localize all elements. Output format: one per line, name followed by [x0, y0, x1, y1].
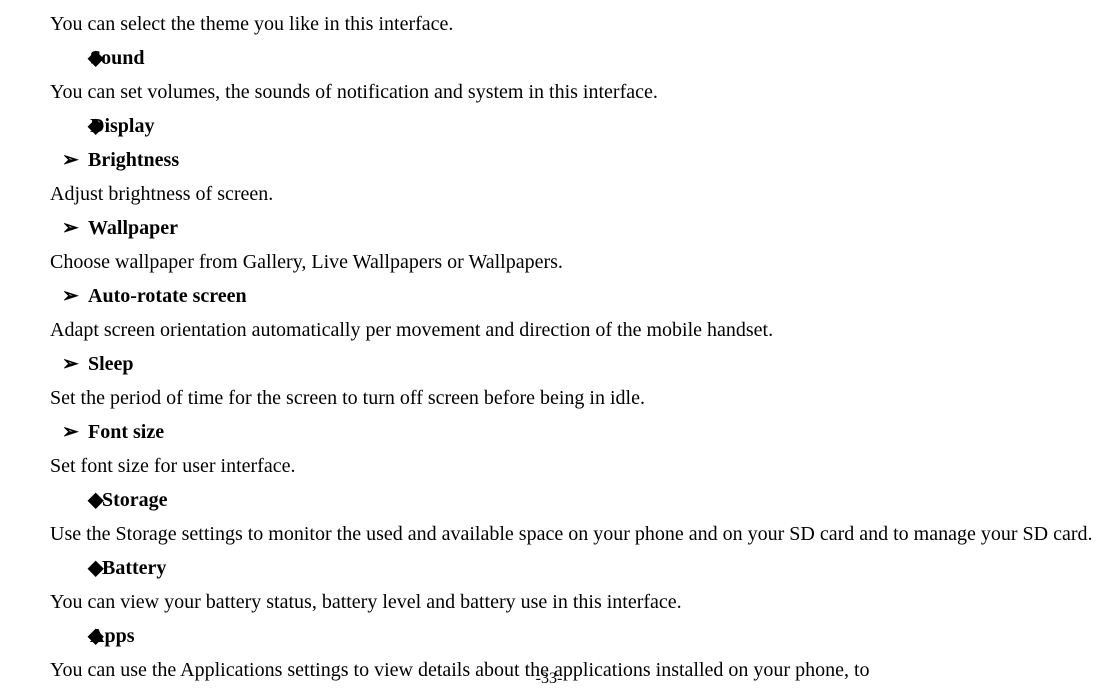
fontsize-heading: ➢ Font size	[50, 416, 1096, 448]
sound-label: Sound	[90, 42, 145, 74]
fontsize-label: Font size	[88, 416, 164, 448]
sleep-heading: ➢ Sleep	[50, 348, 1096, 380]
diamond-icon: ◆	[50, 42, 90, 74]
sound-description: You can set volumes, the sounds of notif…	[50, 76, 1096, 108]
battery-description: You can view your battery status, batter…	[50, 586, 1096, 618]
arrow-icon: ➢	[50, 348, 88, 380]
autorotate-heading: ➢ Auto-rotate screen	[50, 280, 1096, 312]
storage-label: Storage	[90, 484, 168, 516]
display-heading: ◆ Display	[50, 110, 1096, 142]
brightness-description: Adjust brightness of screen.	[50, 178, 1096, 210]
battery-heading: ◆ Battery	[50, 552, 1096, 584]
brightness-heading: ➢ Brightness	[50, 144, 1096, 176]
arrow-icon: ➢	[50, 212, 88, 244]
page-number: -33-	[0, 666, 1098, 692]
wallpaper-label: Wallpaper	[88, 212, 178, 244]
arrow-icon: ➢	[50, 144, 88, 176]
diamond-icon: ◆	[50, 620, 90, 652]
sound-heading: ◆ Sound	[50, 42, 1096, 74]
arrow-icon: ➢	[50, 280, 88, 312]
autorotate-description: Adapt screen orientation automatically p…	[50, 314, 1096, 346]
diamond-icon: ◆	[50, 552, 90, 584]
battery-label: Battery	[90, 552, 166, 584]
document-content: You can select the theme you like in thi…	[0, 8, 1098, 686]
display-label: Display	[90, 110, 154, 142]
sleep-label: Sleep	[88, 348, 134, 380]
fontsize-description: Set font size for user interface.	[50, 450, 1096, 482]
wallpaper-description: Choose wallpaper from Gallery, Live Wall…	[50, 246, 1096, 278]
apps-label: Apps	[90, 620, 134, 652]
apps-heading: ◆ Apps	[50, 620, 1096, 652]
autorotate-label: Auto-rotate screen	[88, 280, 247, 312]
theme-description: You can select the theme you like in thi…	[50, 8, 1096, 40]
sleep-description: Set the period of time for the screen to…	[50, 382, 1096, 414]
diamond-icon: ◆	[50, 484, 90, 516]
storage-description: Use the Storage settings to monitor the …	[0, 518, 1096, 550]
brightness-label: Brightness	[88, 144, 179, 176]
arrow-icon: ➢	[50, 416, 88, 448]
storage-heading: ◆ Storage	[50, 484, 1096, 516]
diamond-icon: ◆	[50, 110, 90, 142]
wallpaper-heading: ➢ Wallpaper	[50, 212, 1096, 244]
